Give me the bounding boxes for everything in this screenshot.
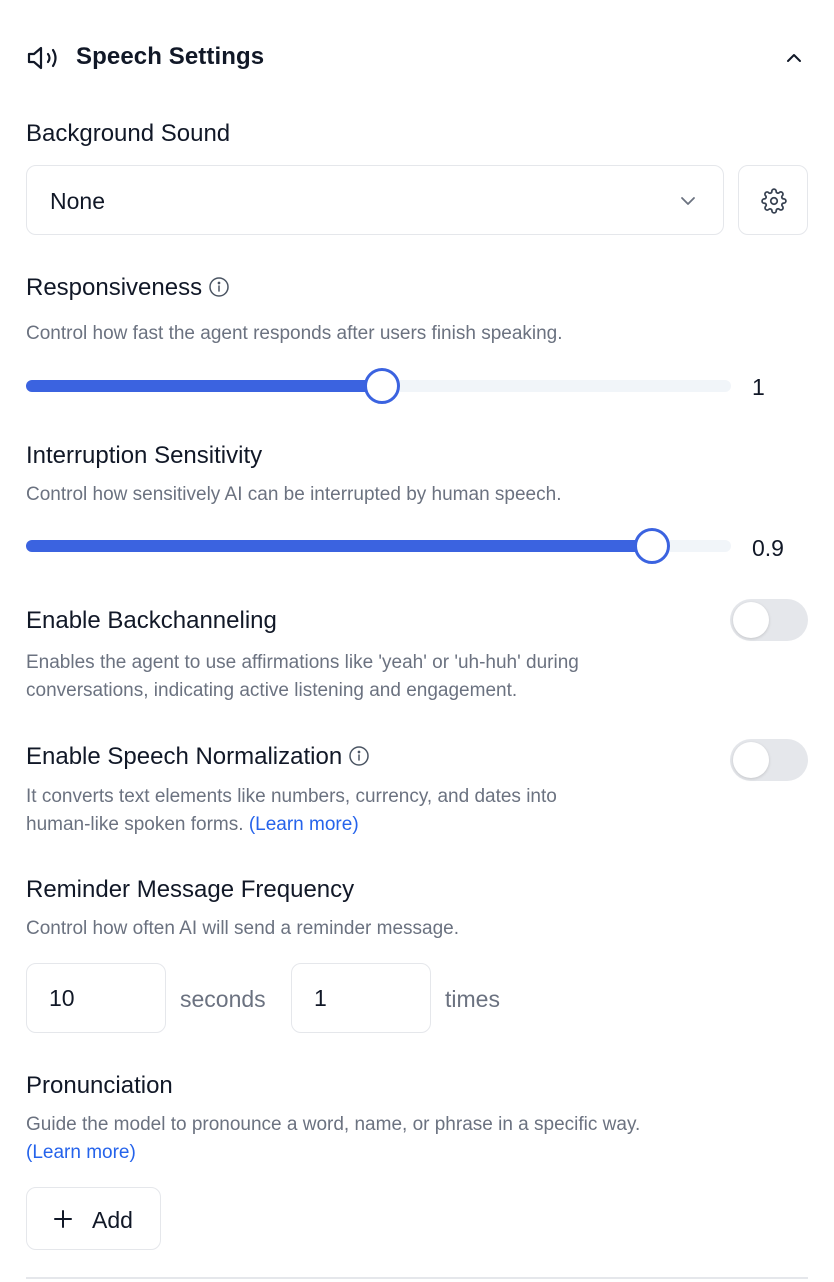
toggle-knob: [733, 602, 769, 638]
chevron-down-icon: [681, 197, 695, 205]
background-sound-settings-button[interactable]: [738, 165, 808, 235]
times-unit-label: times: [445, 986, 500, 1012]
add-button-label: Add: [92, 1207, 133, 1233]
normalization-description-line2: human-like spoken forms.: [26, 814, 244, 835]
interruption-sensitivity-slider[interactable]: [26, 528, 731, 564]
responsiveness-value: 1: [752, 374, 765, 400]
responsiveness-slider[interactable]: [26, 368, 731, 404]
interruption-sensitivity-value: 0.9: [752, 535, 784, 561]
pronunciation-description-text: Guide the model to pronounce a word, nam…: [26, 1114, 641, 1135]
responsiveness-label: Responsiveness: [26, 274, 203, 301]
toggle-knob: [733, 742, 769, 778]
responsiveness-description: Control how fast the agent responds afte…: [26, 323, 563, 344]
backchanneling-label: Enable Backchanneling: [26, 607, 277, 634]
reminder-times-input[interactable]: [291, 963, 431, 1033]
gear-icon: [761, 188, 787, 214]
normalization-description: It converts text elements like numbers, …: [26, 783, 557, 839]
interruption-sensitivity-description: Control how sensitively AI can be interr…: [26, 484, 562, 505]
add-pronunciation-button[interactable]: Add: [26, 1187, 161, 1250]
reminder-seconds-input[interactable]: [26, 963, 166, 1033]
responsiveness-heading: Responsiveness: [26, 274, 230, 302]
normalization-learn-more-link[interactable]: (Learn more): [249, 814, 359, 835]
interruption-sensitivity-slider-thumb[interactable]: [633, 528, 670, 564]
normalization-heading: Enable Speech Normalization: [26, 743, 370, 771]
speaker-icon: [27, 46, 57, 70]
section-title: Speech Settings: [76, 43, 265, 70]
responsiveness-slider-fill: [26, 380, 378, 392]
background-sound-select[interactable]: None: [26, 165, 724, 235]
speech-settings-header[interactable]: Speech Settings: [26, 38, 808, 78]
backchanneling-description-line1: Enables the agent to use affirmations li…: [26, 652, 579, 673]
background-sound-value: None: [50, 188, 105, 214]
backchanneling-description: Enables the agent to use affirmations li…: [26, 649, 579, 705]
section-divider: [26, 1277, 808, 1279]
reminder-frequency-description: Control how often AI will send a reminde…: [26, 918, 459, 939]
plus-icon: [54, 1210, 72, 1228]
background-sound-label: Background Sound: [26, 120, 231, 147]
pronunciation-label: Pronunciation: [26, 1072, 173, 1099]
backchanneling-toggle[interactable]: [730, 599, 808, 641]
normalization-toggle[interactable]: [730, 739, 808, 781]
interruption-sensitivity-slider-fill: [26, 540, 648, 552]
chevron-up-icon[interactable]: [782, 46, 806, 70]
normalization-description-line1: It converts text elements like numbers, …: [26, 786, 557, 807]
backchanneling-description-line2: conversations, indicating active listeni…: [26, 680, 518, 701]
pronunciation-description: Guide the model to pronounce a word, nam…: [26, 1111, 640, 1167]
seconds-unit-label: seconds: [180, 986, 266, 1012]
info-icon[interactable]: [348, 745, 370, 767]
interruption-sensitivity-label: Interruption Sensitivity: [26, 442, 263, 469]
info-icon[interactable]: [208, 276, 230, 298]
normalization-label: Enable Speech Normalization: [26, 743, 343, 770]
reminder-frequency-label: Reminder Message Frequency: [26, 876, 355, 903]
normalization-description-line2-row: human-like spoken forms. (Learn more): [26, 811, 557, 839]
pronunciation-learn-more-link[interactable]: (Learn more): [26, 1139, 640, 1167]
responsiveness-slider-thumb[interactable]: [363, 368, 400, 404]
